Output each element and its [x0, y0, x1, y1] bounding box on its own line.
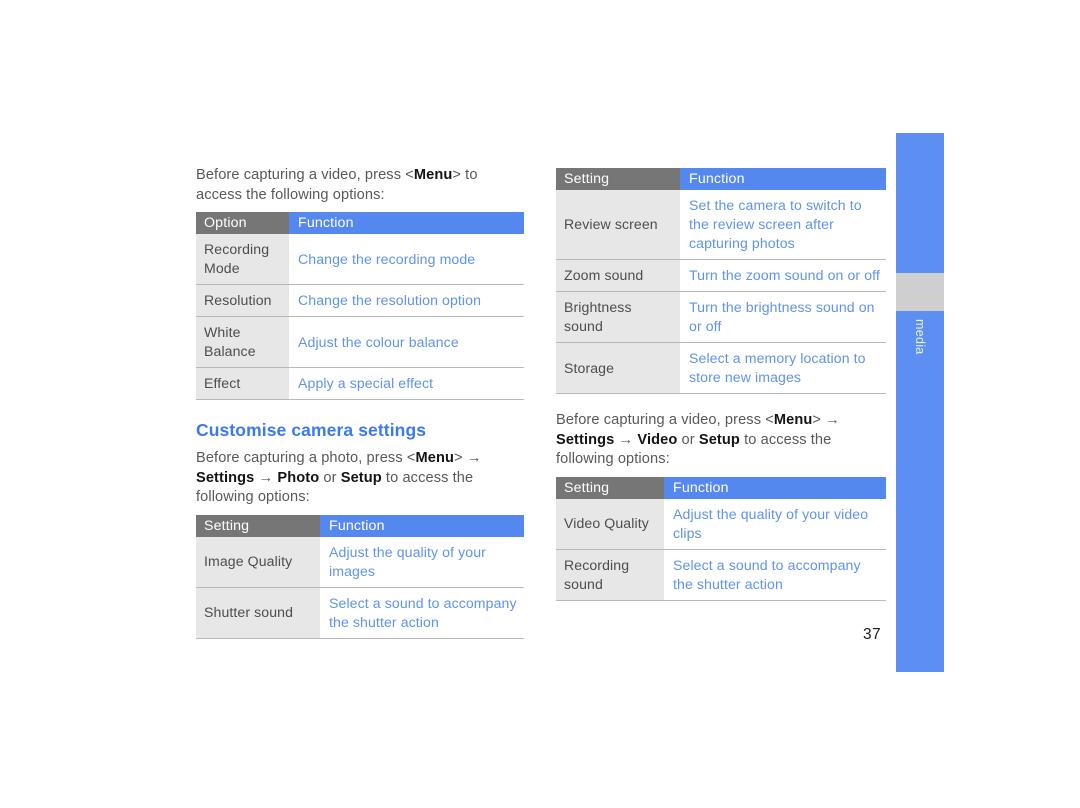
column-header-function: Function [320, 514, 524, 537]
arrow-icon: → [466, 450, 482, 466]
intro-photo-part2: > [454, 450, 467, 466]
intro-photo-bold-setup: Setup [340, 469, 382, 486]
table-row: Recording Mode Change the recording mode [196, 234, 524, 285]
setting-function: Apply a special effect [289, 367, 524, 400]
table-row: Recording sound Select a sound to accomp… [556, 549, 886, 601]
setting-name: Zoom sound [556, 259, 680, 292]
intro-paragraph-video-capture: Before capturing a video, press <Menu> t… [196, 166, 524, 205]
setting-function: Adjust the colour balance [289, 316, 524, 368]
right-column: Setting Function Review screen Set the c… [556, 166, 886, 601]
setting-function: Select a sound to accompany the shutter … [320, 587, 524, 639]
table-row: Effect Apply a special effect [196, 367, 524, 400]
table-row: White Balance Adjust the colour balance [196, 316, 524, 368]
setting-function: Turn the zoom sound on or off [680, 259, 886, 292]
setting-name: Storage [556, 342, 680, 394]
manual-page: Before capturing a video, press <Menu> t… [0, 0, 1080, 808]
table-row: Video Quality Adjust the quality of your… [556, 498, 886, 550]
intro-videoset-part2: > [812, 412, 826, 428]
arrow-icon: → [825, 412, 840, 428]
photo-settings-table-continued: Setting Function Review screen Set the c… [556, 168, 886, 394]
intro-photo-part4: or [319, 469, 341, 486]
intro-video-part1: Before capturing a video, press < [196, 167, 414, 183]
left-column: Before capturing a video, press <Menu> t… [196, 166, 524, 639]
setting-name: White Balance [196, 316, 289, 368]
table-row: Storage Select a memory location to stor… [556, 342, 886, 394]
setting-name: Brightness sound [556, 291, 680, 343]
column-header-function: Function [680, 168, 886, 190]
table-row: Resolution Change the resolution option [196, 284, 524, 317]
setting-function: Change the resolution option [289, 284, 524, 317]
intro-videoset-bold-menu: Menu [773, 412, 813, 428]
arrow-icon: → [258, 469, 274, 486]
column-header-option: Option [196, 212, 289, 234]
side-tab-gap-marker [896, 273, 944, 311]
setting-name: Effect [196, 367, 289, 400]
setting-function: Change the recording mode [289, 234, 524, 285]
arrow-icon: → [618, 431, 634, 448]
intro-videoset-bold-video: Video [637, 431, 678, 448]
setting-function: Select a sound to accompany the shutter … [664, 549, 886, 601]
table-row: Image Quality Adjust the quality of your… [196, 536, 524, 588]
video-capture-options-table: Option Function Recording Mode Change th… [196, 212, 524, 400]
table-header-row: Setting Function [556, 168, 886, 190]
intro-videoset-part4: or [677, 431, 699, 448]
column-header-setting: Setting [196, 514, 320, 537]
setting-function: Turn the brightness sound on or off [680, 291, 886, 343]
intro-paragraph-video-settings: Before capturing a video, press <Menu> →… [556, 411, 886, 470]
intro-videoset-bold-settings: Settings [556, 431, 615, 448]
intro-photo-bold-photo: Photo [277, 469, 320, 486]
column-header-setting: Setting [556, 476, 664, 499]
setting-name: Review screen [556, 190, 680, 260]
column-header-setting: Setting [556, 168, 680, 190]
setting-function: Select a memory location to store new im… [680, 342, 886, 394]
setting-name: Image Quality [196, 536, 320, 588]
setting-name: Recording Mode [196, 234, 289, 285]
column-header-function: Function [664, 476, 886, 499]
setting-name: Recording sound [556, 549, 664, 601]
setting-function: Adjust the quality of your video clips [664, 498, 886, 550]
table-header-row: Option Function [196, 212, 524, 234]
intro-videoset-bold-setup: Setup [698, 431, 740, 448]
intro-paragraph-photo-settings: Before capturing a photo, press <Menu> →… [196, 449, 524, 508]
table-row: Brightness sound Turn the brightness sou… [556, 291, 886, 343]
table-header-row: Setting Function [196, 514, 524, 537]
intro-videoset-part1: Before capturing a video, press < [556, 412, 774, 428]
table-row: Shutter sound Select a sound to accompan… [196, 587, 524, 639]
column-header-function: Function [289, 212, 524, 234]
table-row: Zoom sound Turn the zoom sound on or off [556, 259, 886, 292]
table-row: Review screen Set the camera to switch t… [556, 190, 886, 260]
setting-name: Video Quality [556, 498, 664, 550]
page-number: 37 [863, 626, 882, 643]
setting-function: Adjust the quality of your images [320, 536, 524, 588]
intro-photo-bold-menu: Menu [415, 450, 455, 466]
table-header-row: Setting Function [556, 476, 886, 499]
video-settings-table: Setting Function Video Quality Adjust th… [556, 476, 886, 601]
setting-name: Resolution [196, 284, 289, 317]
setting-function: Set the camera to switch to the review s… [680, 190, 886, 260]
side-tab-label: media [913, 319, 927, 355]
intro-video-bold-menu: Menu [413, 167, 453, 183]
photo-settings-table: Setting Function Image Quality Adjust th… [196, 514, 524, 639]
side-marginal-tab: media [896, 133, 944, 672]
intro-photo-bold-settings: Settings [196, 469, 255, 486]
section-heading-customise-camera-settings: Customise camera settings [196, 420, 427, 440]
setting-name: Shutter sound [196, 587, 320, 639]
intro-photo-part1: Before capturing a photo, press < [196, 450, 416, 466]
